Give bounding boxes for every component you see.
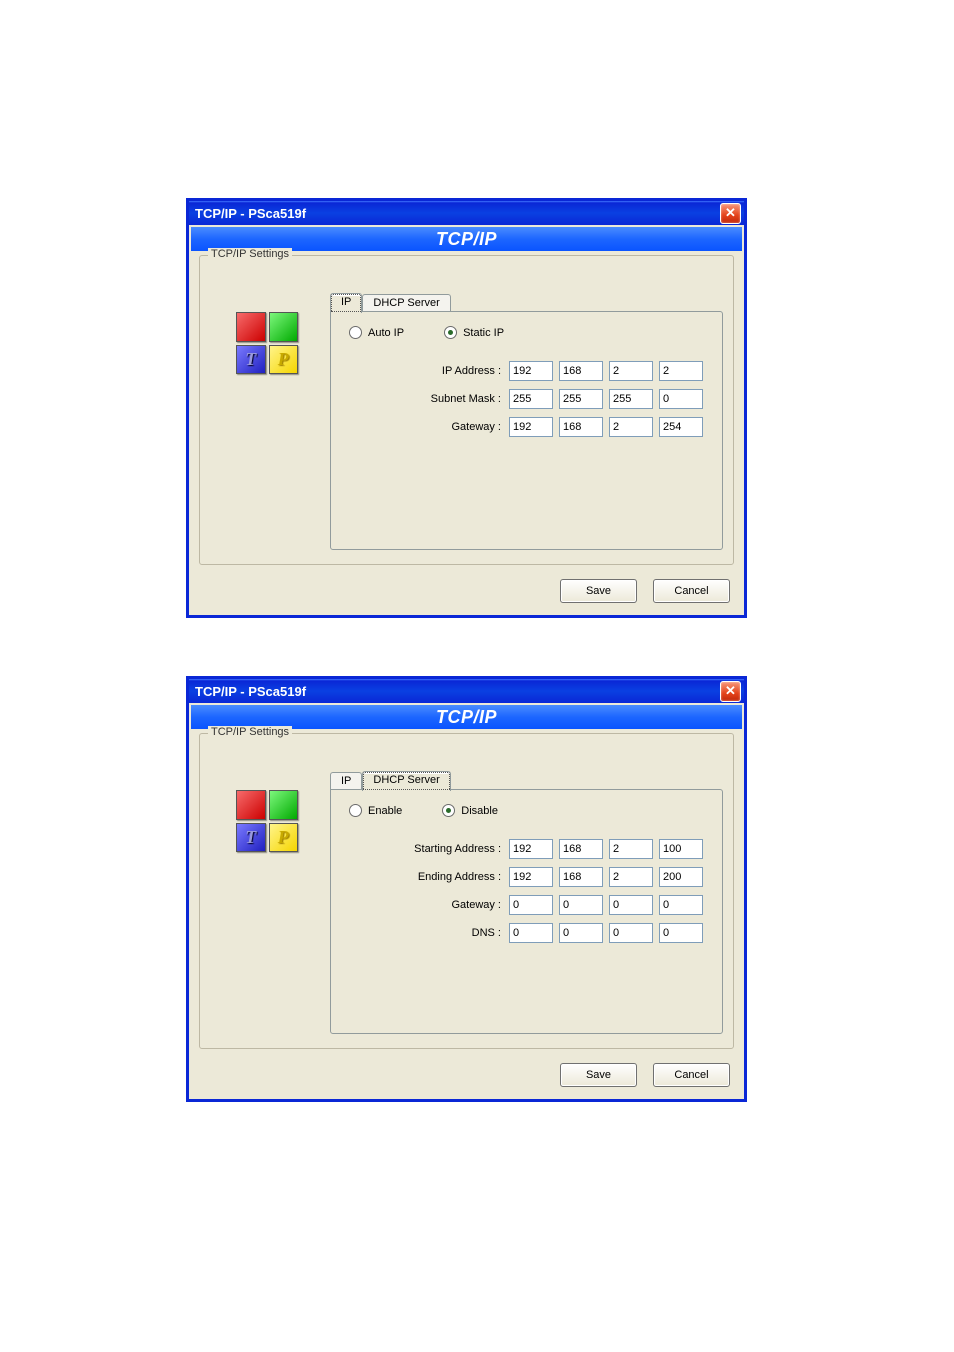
gw-octet-4[interactable]	[659, 895, 703, 915]
logo-quad-green	[269, 790, 299, 820]
field-label: Subnet Mask :	[371, 393, 501, 405]
group-legend: TCP/IP Settings	[208, 726, 292, 738]
mask-octet-4[interactable]	[659, 389, 703, 409]
logo-quad-yellow: P	[269, 345, 299, 375]
tabstrip: IP DHCP Server	[330, 292, 451, 312]
radio-dot-icon	[349, 804, 362, 817]
tab-dhcp-server[interactable]: DHCP Server	[362, 294, 450, 312]
gw-octet-1[interactable]	[509, 895, 553, 915]
field-label: Gateway :	[371, 899, 501, 911]
radio-label: Static IP	[463, 327, 504, 339]
end-octet-3[interactable]	[609, 867, 653, 887]
group-legend: TCP/IP Settings	[208, 248, 292, 260]
tab-dhcp-server[interactable]: DHCP Server	[362, 771, 450, 791]
mask-octet-3[interactable]	[609, 389, 653, 409]
mask-octet-2[interactable]	[559, 389, 603, 409]
mask-octet-1[interactable]	[509, 389, 553, 409]
field-label: Ending Address :	[371, 871, 501, 883]
start-octet-1[interactable]	[509, 839, 553, 859]
field-label: Gateway :	[371, 421, 501, 433]
ip-fields: IP Address : Subnet Mask : G	[343, 361, 710, 437]
gw-octet-3[interactable]	[609, 417, 653, 437]
tab-ip[interactable]: IP	[330, 772, 362, 790]
row-gateway: Gateway :	[371, 895, 710, 915]
row-gateway: Gateway :	[371, 417, 710, 437]
field-label: DNS :	[371, 927, 501, 939]
radio-label: Disable	[461, 805, 498, 817]
titlebar: TCP/IP - PSca519f ✕	[189, 201, 744, 225]
row-subnet-mask: Subnet Mask :	[371, 389, 710, 409]
tcpip-settings-group: TCP/IP Settings T P IP DHCP Server Auto …	[199, 255, 734, 565]
dialog-footer: Save Cancel	[560, 1063, 730, 1087]
dns-octet-1[interactable]	[509, 923, 553, 943]
radio-dot-icon	[442, 804, 455, 817]
tcpip-dialog-dhcp: TCP/IP - PSca519f ✕ TCP/IP TCP/IP Settin…	[186, 676, 747, 1102]
ip-octet-1[interactable]	[509, 361, 553, 381]
tab-ip[interactable]: IP	[330, 293, 362, 313]
save-button[interactable]: Save	[560, 579, 637, 603]
close-icon[interactable]: ✕	[720, 681, 741, 702]
gw-octet-4[interactable]	[659, 417, 703, 437]
window-title: TCP/IP - PSca519f	[195, 684, 720, 699]
gw-octet-2[interactable]	[559, 895, 603, 915]
dns-octet-2[interactable]	[559, 923, 603, 943]
gw-octet-2[interactable]	[559, 417, 603, 437]
ip-octet-4[interactable]	[659, 361, 703, 381]
tcpip-settings-group: TCP/IP Settings T P IP DHCP Server Enabl…	[199, 733, 734, 1049]
start-octet-4[interactable]	[659, 839, 703, 859]
close-icon[interactable]: ✕	[720, 203, 741, 224]
radio-static-ip[interactable]: Static IP	[444, 326, 504, 339]
field-label: Starting Address :	[371, 843, 501, 855]
dialog-footer: Save Cancel	[560, 579, 730, 603]
dhcp-fields: Starting Address : Ending Address :	[343, 839, 710, 943]
cancel-button[interactable]: Cancel	[653, 1063, 730, 1087]
ip-octet-3[interactable]	[609, 361, 653, 381]
logo-quad-blue: T	[236, 823, 266, 853]
window-title: TCP/IP - PSca519f	[195, 206, 720, 221]
radio-dot-icon	[349, 326, 362, 339]
cancel-button[interactable]: Cancel	[653, 579, 730, 603]
tab-panel-ip: Auto IP Static IP IP Address :	[330, 311, 723, 550]
radio-label: Enable	[368, 805, 402, 817]
start-octet-3[interactable]	[609, 839, 653, 859]
radio-label: Auto IP	[368, 327, 404, 339]
logo-quad-red	[236, 312, 266, 342]
tab-panel-dhcp: Enable Disable Starting Address :	[330, 789, 723, 1034]
row-end-address: Ending Address :	[371, 867, 710, 887]
radio-dot-icon	[444, 326, 457, 339]
tcpip-logo-icon: T P	[236, 790, 298, 852]
ip-octet-2[interactable]	[559, 361, 603, 381]
tcpip-dialog-ip: TCP/IP - PSca519f ✕ TCP/IP TCP/IP Settin…	[186, 198, 747, 618]
logo-quad-blue: T	[236, 345, 266, 375]
row-ip-address: IP Address :	[371, 361, 710, 381]
row-start-address: Starting Address :	[371, 839, 710, 859]
titlebar: TCP/IP - PSca519f ✕	[189, 679, 744, 703]
row-dns: DNS :	[371, 923, 710, 943]
dhcp-mode-radios: Enable Disable	[343, 804, 710, 817]
end-octet-2[interactable]	[559, 867, 603, 887]
gw-octet-3[interactable]	[609, 895, 653, 915]
end-octet-1[interactable]	[509, 867, 553, 887]
tabstrip: IP DHCP Server	[330, 770, 451, 790]
logo-quad-yellow: P	[269, 823, 299, 853]
radio-auto-ip[interactable]: Auto IP	[349, 326, 404, 339]
end-octet-4[interactable]	[659, 867, 703, 887]
save-button[interactable]: Save	[560, 1063, 637, 1087]
tcpip-logo-icon: T P	[236, 312, 298, 374]
field-label: IP Address :	[371, 365, 501, 377]
logo-quad-red	[236, 790, 266, 820]
radio-enable[interactable]: Enable	[349, 804, 402, 817]
radio-disable[interactable]: Disable	[442, 804, 498, 817]
gw-octet-1[interactable]	[509, 417, 553, 437]
ip-mode-radios: Auto IP Static IP	[343, 326, 710, 339]
start-octet-2[interactable]	[559, 839, 603, 859]
dns-octet-4[interactable]	[659, 923, 703, 943]
dns-octet-3[interactable]	[609, 923, 653, 943]
logo-quad-green	[269, 312, 299, 342]
